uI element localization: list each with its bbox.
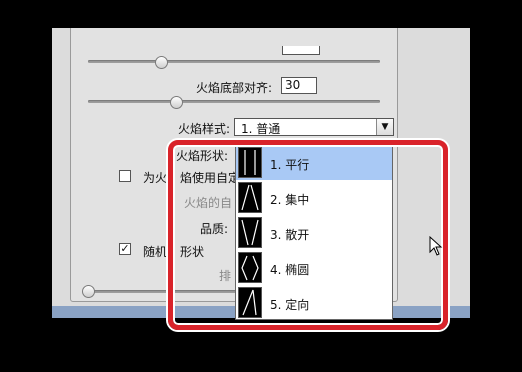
random-shape-checkbox[interactable]: ✓: [119, 243, 131, 255]
slider-track-1[interactable]: [88, 60, 380, 63]
slider-knob-3[interactable]: [82, 285, 95, 298]
bottom-align-label: 火焰底部对齐:: [196, 81, 273, 95]
slider-track-2[interactable]: [88, 100, 380, 103]
custom-color-label-a: 为火: [143, 171, 168, 185]
flame-style-label: 火焰样式:: [178, 122, 231, 136]
chevron-down-icon[interactable]: ▼: [376, 119, 393, 135]
random-shape-label-a: 随机: [143, 245, 168, 259]
mouse-pointer-icon: [429, 235, 443, 259]
flame-style-select[interactable]: 1. 普通 ▼: [234, 118, 394, 136]
custom-color-checkbox[interactable]: [119, 170, 131, 182]
annotation-highlight-box: [168, 140, 448, 330]
flame-style-value: 1. 普通: [241, 122, 281, 136]
top-value-field[interactable]: [282, 46, 320, 55]
bottom-align-input[interactable]: 30: [281, 77, 317, 94]
slider-knob-2[interactable]: [170, 96, 183, 109]
slider-knob-1[interactable]: [155, 56, 168, 69]
